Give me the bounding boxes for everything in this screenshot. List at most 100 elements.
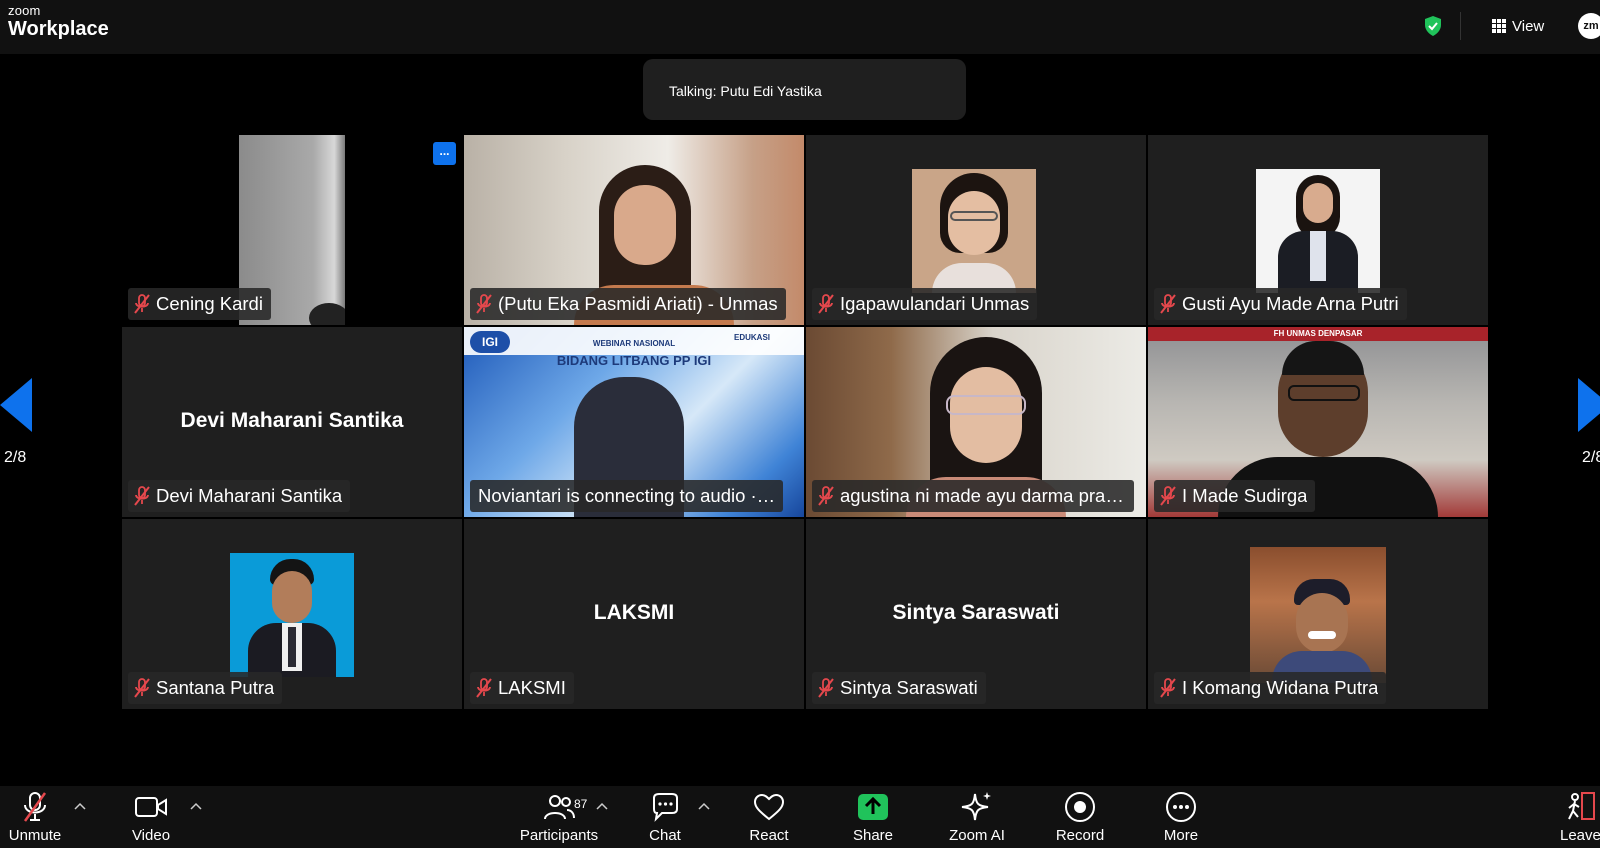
react-label: React xyxy=(749,827,789,844)
zoom-logo: zoom Workplace xyxy=(8,4,109,39)
participant-photo xyxy=(1256,169,1380,293)
next-page-arrow-icon[interactable] xyxy=(1578,378,1600,432)
participant-name: Sintya Saraswati xyxy=(840,677,978,698)
audio-options-chevron-icon[interactable] xyxy=(74,802,86,810)
participant-display-name: Devi Maharani Santika xyxy=(180,409,404,432)
video-grid: ... Cening Kardi (Putu Eka Pasmidi Ariat… xyxy=(122,135,1488,709)
record-label: Record xyxy=(1055,827,1105,844)
muted-mic-icon xyxy=(134,294,150,314)
participants-count-badge: 87 xyxy=(574,797,588,811)
background-banner: FH UNMAS DENPASAR xyxy=(1148,327,1488,341)
share-screen-icon xyxy=(856,790,890,824)
more-options-icon xyxy=(1164,790,1198,824)
muted-mic-icon xyxy=(818,678,834,698)
view-button[interactable]: View xyxy=(1492,14,1544,38)
participant-tile[interactable]: Devi Maharani Santika Devi Maharani Sant… xyxy=(122,327,462,517)
share-button[interactable]: Share xyxy=(846,786,900,848)
muted-mic-icon xyxy=(1160,486,1176,506)
participant-tile[interactable]: (Putu Eka Pasmidi Ariati) - Unmas xyxy=(464,135,804,325)
chat-label: Chat xyxy=(649,827,681,844)
unmute-label: Unmute xyxy=(8,827,62,844)
participant-name: I Komang Widana Putra xyxy=(1182,677,1379,698)
participant-name: agustina ni made ayu darma prati... xyxy=(840,485,1126,506)
participant-name-tag: Santana Putra xyxy=(128,672,283,704)
participant-tile[interactable]: Sintya Saraswati Sintya Saraswati xyxy=(806,519,1146,709)
participant-name: (Putu Eka Pasmidi Ariati) - Unmas xyxy=(498,293,778,314)
webinar-subtitle: BIDANG LITBANG PP IGI xyxy=(556,353,712,368)
heart-icon xyxy=(752,790,786,824)
participants-label: Participants xyxy=(519,827,599,844)
brand-small-text: zoom xyxy=(8,3,41,18)
record-icon xyxy=(1063,790,1097,824)
participant-name: Igapawulandari Unmas xyxy=(840,293,1030,314)
video-camera-icon xyxy=(134,790,168,824)
participant-tile[interactable]: FH UNMAS DENPASAR I Made Sudirga xyxy=(1148,327,1488,517)
muted-mic-icon xyxy=(818,486,834,506)
participant-name: Santana Putra xyxy=(156,677,275,698)
participant-tile[interactable]: Igapawulandari Unmas xyxy=(806,135,1146,325)
more-button[interactable]: More xyxy=(1156,786,1206,848)
header-divider xyxy=(1460,12,1461,40)
webinar-title: WEBINAR NASIONAL xyxy=(592,339,676,348)
grid-view-icon xyxy=(1492,19,1506,33)
talking-indicator: Talking: Putu Edi Yastika xyxy=(643,59,966,120)
muted-mic-icon xyxy=(1160,678,1176,698)
security-shield-icon[interactable] xyxy=(1424,16,1442,36)
participant-name: LAKSMI xyxy=(498,677,566,698)
participants-options-chevron-icon[interactable] xyxy=(596,802,608,810)
react-button[interactable]: React xyxy=(742,786,796,848)
brand-big-text: Workplace xyxy=(8,18,109,40)
participant-tile[interactable]: LAKSMI LAKSMI xyxy=(464,519,804,709)
participant-tile[interactable]: Gusti Ayu Made Arna Putri xyxy=(1148,135,1488,325)
participant-name: Gusti Ayu Made Arna Putri xyxy=(1182,293,1399,314)
participant-tile[interactable]: Santana Putra xyxy=(122,519,462,709)
participant-name: Cening Kardi xyxy=(156,293,263,314)
video-options-chevron-icon[interactable] xyxy=(190,802,202,810)
previous-page-arrow-icon[interactable] xyxy=(0,378,32,432)
unmute-button[interactable]: Unmute xyxy=(0,786,70,848)
participant-name-tag: I Komang Widana Putra xyxy=(1154,672,1387,704)
leave-label: Leave xyxy=(1560,827,1600,844)
participant-name-tag: Devi Maharani Santika xyxy=(128,480,351,512)
share-label: Share xyxy=(852,827,894,844)
participant-display-name: LAKSMI xyxy=(593,601,675,624)
leave-door-icon xyxy=(1564,790,1598,824)
page-indicator-right: 2/8 xyxy=(1582,449,1600,466)
view-label: View xyxy=(1512,17,1545,35)
leave-button[interactable]: Leave xyxy=(1560,786,1600,848)
participant-tile[interactable]: agustina ni made ayu darma prati... xyxy=(806,327,1146,517)
page-indicator-left: 2/8 xyxy=(4,449,27,466)
chat-button[interactable]: Chat xyxy=(640,786,690,848)
participant-name-tag: Gusti Ayu Made Arna Putri xyxy=(1154,288,1407,320)
user-avatar[interactable]: zm xyxy=(1578,13,1600,39)
participant-name-tag: agustina ni made ayu darma prati... xyxy=(812,480,1134,512)
zoom-ai-button[interactable]: Zoom AI xyxy=(942,786,1012,848)
chat-options-chevron-icon[interactable] xyxy=(698,802,710,810)
participant-photo xyxy=(1250,547,1386,683)
participant-name: Noviantari is connecting to audio ·… xyxy=(478,485,776,506)
participant-name-tag: (Putu Eka Pasmidi Ariati) - Unmas xyxy=(470,288,786,320)
sparkle-icon xyxy=(960,790,994,824)
tile-options-button[interactable]: ... xyxy=(433,142,456,165)
muted-microphone-icon xyxy=(18,790,52,824)
video-button[interactable]: Video xyxy=(118,786,184,848)
meeting-toolbar xyxy=(0,786,1600,848)
video-label: Video xyxy=(131,827,171,844)
participant-photo xyxy=(230,553,354,677)
participant-name: Devi Maharani Santika xyxy=(156,485,343,506)
muted-mic-icon xyxy=(476,678,492,698)
record-button[interactable]: Record xyxy=(1050,786,1110,848)
participant-name-tag: Igapawulandari Unmas xyxy=(812,288,1038,320)
participant-tile[interactable]: IGI EDUKASI WEBINAR NASIONAL BIDANG LITB… xyxy=(464,327,804,517)
participant-tile[interactable]: ... Cening Kardi xyxy=(122,135,462,325)
participant-name-tag: Noviantari is connecting to audio ·… xyxy=(470,480,784,512)
muted-mic-icon xyxy=(134,486,150,506)
participant-tile[interactable]: I Komang Widana Putra xyxy=(1148,519,1488,709)
participants-button[interactable]: Participants xyxy=(516,786,602,848)
participants-icon xyxy=(542,790,576,824)
participant-name-tag: I Made Sudirga xyxy=(1154,480,1316,512)
participant-name-tag: Sintya Saraswati xyxy=(812,672,986,704)
chat-bubble-icon xyxy=(648,790,682,824)
participant-photo xyxy=(912,169,1036,293)
participant-name-tag: LAKSMI xyxy=(470,672,574,704)
